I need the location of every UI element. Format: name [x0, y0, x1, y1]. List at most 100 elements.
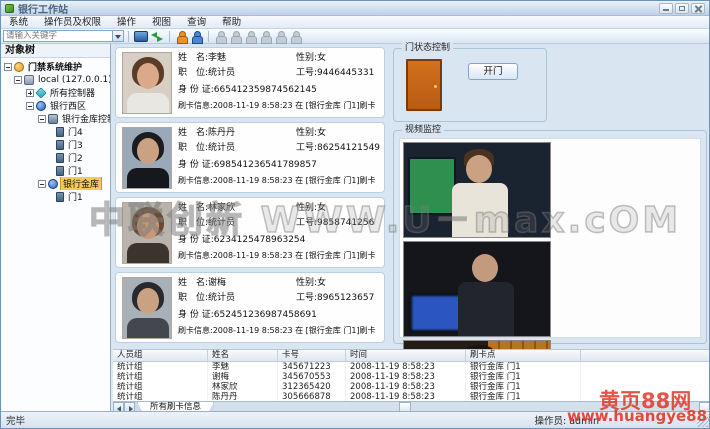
position-label: 职 位:: [178, 218, 208, 228]
col-swipe-point[interactable]: 刷卡点: [466, 350, 581, 361]
disabled-tool-icon: [274, 30, 287, 43]
workid-value: 8965123657: [317, 293, 374, 303]
close-button[interactable]: [691, 3, 705, 14]
menu-query[interactable]: 查询: [179, 16, 214, 29]
col-group[interactable]: 人员组: [113, 350, 208, 361]
idcard-label: 身 份 证:: [178, 85, 214, 95]
app-icon: [5, 4, 14, 13]
open-door-button[interactable]: 开门: [468, 63, 518, 80]
personnel-card: 姓 名:陈丹丹 性别:女 职 位:统计员 工号:86254121549 身 份 …: [115, 122, 385, 193]
position-label: 职 位:: [178, 293, 208, 303]
table-row[interactable]: 统计组 李魅 345671223 2008-11-19 8:58:23 银行金库…: [113, 362, 710, 372]
menu-operation[interactable]: 操作: [109, 16, 144, 29]
object-tree: 门禁系统维护 local (127.0.0.1) 所有控制器 银行西区 银行金库: [1, 58, 110, 203]
workid-label: 工号:: [296, 68, 317, 78]
tree-item-door4[interactable]: 门4: [1, 125, 110, 138]
swipe-label: 刷卡信息:: [178, 326, 213, 335]
operator-status: 操作员: admin: [535, 413, 710, 427]
name-label: 姓 名:: [178, 278, 208, 288]
maximize-button[interactable]: [675, 3, 689, 14]
search-dropdown-icon[interactable]: [113, 30, 124, 42]
idcard-value: 652451236987458691: [214, 310, 317, 320]
expander-icon[interactable]: [38, 180, 46, 188]
monitor-view-icon[interactable]: [134, 31, 148, 42]
tree-item-door2[interactable]: 门2: [1, 151, 110, 164]
person-photo: [122, 202, 172, 264]
tree-item-bank-vault[interactable]: 银行金库: [1, 177, 110, 190]
site-icon: [36, 101, 46, 111]
app-window: 银行工作站 系统 操作员及权限 操作 视图 查询 帮助 对象树: [0, 0, 710, 429]
minimize-button[interactable]: [659, 3, 673, 14]
swipe-value: 2008-11-19 8:58:23 在 [银行金库 门1]刷卡: [213, 251, 376, 260]
disabled-tool-icon: [214, 30, 227, 43]
video-surveillance-panel: 视频监控: [393, 130, 707, 344]
person-photo: [122, 277, 172, 339]
tree-item-local-server[interactable]: local (127.0.0.1): [1, 73, 110, 86]
workid-value: 86254121549: [317, 143, 380, 153]
camera-feed-1[interactable]: [403, 142, 551, 238]
idcard-label: 身 份 证:: [178, 310, 214, 320]
workid-label: 工号:: [296, 293, 317, 303]
tree-item-door3[interactable]: 门3: [1, 138, 110, 151]
position-label: 职 位:: [178, 143, 208, 153]
name-label: 姓 名:: [178, 203, 208, 213]
toolbar-separator: [169, 31, 170, 42]
controllers-icon: [35, 87, 46, 98]
menu-operators[interactable]: 操作员及权限: [36, 16, 109, 29]
gender-value: 女: [317, 278, 326, 288]
swipe-records-table: 人员组 姓名 卡号 时间 刷卡点 统计组 李魅 345671223 2008-1…: [113, 349, 710, 401]
gender-label: 性别:: [296, 203, 317, 213]
camera-feed-2[interactable]: [403, 241, 551, 337]
toolbar-separator: [128, 31, 129, 42]
col-time[interactable]: 时间: [346, 350, 466, 361]
disabled-tool-icon: [229, 30, 242, 43]
name-value: 陈丹丹: [208, 128, 235, 138]
expander-icon[interactable]: [26, 89, 34, 97]
person-photo: [122, 127, 172, 189]
idcard-value: 698541236541789857: [214, 160, 317, 170]
door-icon: [56, 127, 64, 137]
expander-icon[interactable]: [14, 76, 22, 84]
tree-item-vault-door1[interactable]: 门1: [1, 190, 110, 203]
swipe-value: 2008-11-19 8:58:23 在 [银行金库 门1]刷卡: [213, 101, 376, 110]
tree-item-bank-west[interactable]: 银行西区: [1, 99, 110, 112]
person-orange-icon[interactable]: [175, 30, 188, 43]
table-row[interactable]: 统计组 谢梅 345670553 2008-11-19 8:58:23 银行金库…: [113, 372, 710, 382]
expander-icon[interactable]: [26, 102, 34, 110]
tree-item-vault-controller[interactable]: 银行金库控制器: [1, 112, 110, 125]
col-cardno[interactable]: 卡号: [278, 350, 346, 361]
resize-grip[interactable]: [697, 416, 708, 427]
door-icon: [56, 140, 64, 150]
expander-icon[interactable]: [38, 115, 46, 123]
table-header-row: 人员组 姓名 卡号 时间 刷卡点: [113, 350, 710, 362]
swipe-value: 2008-11-19 8:58:23 在 [银行金库 门1]刷卡: [213, 176, 376, 185]
name-value: 谢梅: [208, 278, 226, 288]
search-input[interactable]: [3, 30, 113, 42]
swipe-label: 刷卡信息:: [178, 101, 213, 110]
col-name[interactable]: 姓名: [208, 350, 278, 361]
refresh-icon[interactable]: [150, 30, 164, 43]
menu-help[interactable]: 帮助: [214, 16, 249, 29]
gender-label: 性别:: [296, 128, 317, 138]
position-value: 统计员: [208, 143, 235, 153]
disabled-tool-icon: [289, 30, 302, 43]
object-tree-header: 对象树: [1, 44, 110, 58]
workid-value: 9446445331: [317, 68, 374, 78]
name-value: 林家欣: [208, 203, 235, 213]
menu-view[interactable]: 视图: [144, 16, 179, 29]
tree-item-access-system[interactable]: 门禁系统维护: [1, 60, 110, 73]
menu-system[interactable]: 系统: [1, 16, 36, 29]
name-value: 李魅: [208, 53, 226, 63]
person-blue-icon[interactable]: [190, 30, 203, 43]
tree-item-all-controllers[interactable]: 所有控制器: [1, 86, 110, 99]
toolbar: [1, 29, 709, 44]
door-icon: [56, 166, 64, 176]
position-label: 职 位:: [178, 68, 208, 78]
table-row[interactable]: 统计组 林家欣 312365420 2008-11-19 8:58:23 银行金…: [113, 382, 710, 392]
gender-value: 女: [317, 203, 326, 213]
expander-icon[interactable]: [4, 63, 12, 71]
personnel-card: 姓 名:林家欣 性别:女 职 位:统计员 工号:9858741256 身 份 证…: [115, 197, 385, 268]
door-panel-title: 门状态控制: [402, 43, 453, 54]
tree-item-door1[interactable]: 门1: [1, 164, 110, 177]
door-icon: [56, 192, 64, 202]
